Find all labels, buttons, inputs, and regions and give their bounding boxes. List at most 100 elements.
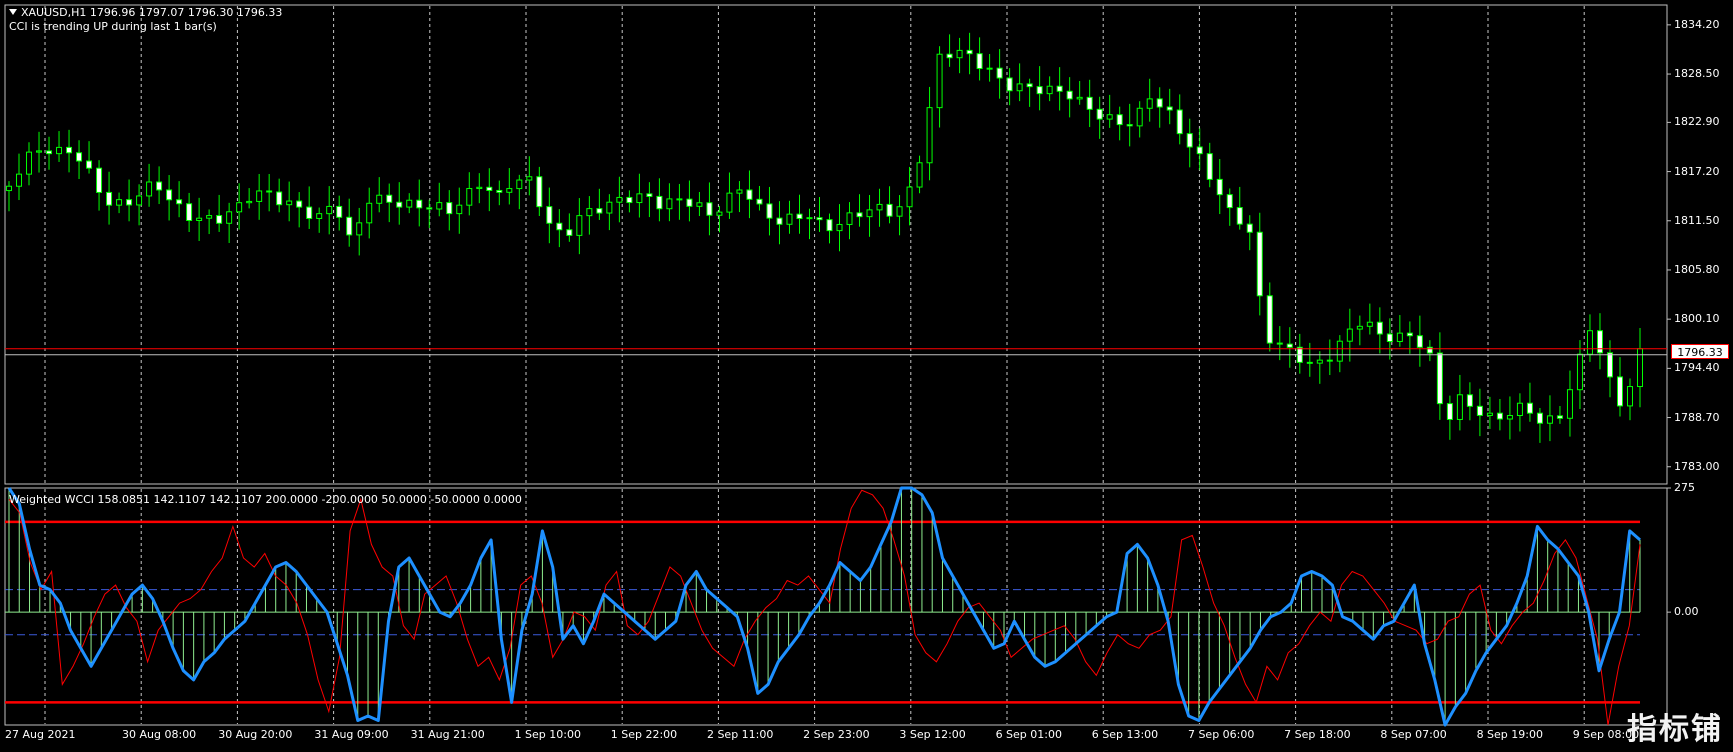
indicator-status: CCI is trending UP during last 1 bar(s) bbox=[9, 20, 217, 33]
candle-bull bbox=[1586, 330, 1593, 355]
candle-bull bbox=[1576, 353, 1583, 391]
candle-bear bbox=[856, 212, 863, 218]
candle-bear bbox=[1086, 96, 1093, 110]
candle-bear bbox=[556, 222, 563, 231]
candle-bear bbox=[646, 193, 653, 197]
candle-bull bbox=[56, 146, 63, 155]
candle-bull bbox=[696, 202, 703, 207]
candle-bear bbox=[1466, 394, 1473, 407]
candle-bear bbox=[1306, 361, 1313, 364]
candle-bear bbox=[1496, 412, 1503, 420]
candle-bear bbox=[946, 53, 953, 59]
candle-bear bbox=[166, 189, 173, 201]
candle-bear bbox=[686, 198, 693, 207]
price-tick-label: 1834.20 bbox=[1674, 17, 1720, 31]
collapse-triangle-icon[interactable] bbox=[9, 9, 17, 15]
candle-bear bbox=[766, 203, 773, 219]
candle-bull bbox=[916, 162, 923, 188]
time-axis-label: 31 Aug 21:00 bbox=[410, 728, 485, 741]
chart-canvas bbox=[4, 4, 1671, 727]
candle-bull bbox=[1546, 415, 1553, 424]
time-axis-label: 2 Sep 23:00 bbox=[803, 728, 870, 741]
candle-bear bbox=[1556, 415, 1563, 419]
candle-bull bbox=[736, 189, 743, 194]
candle-bull bbox=[936, 53, 943, 109]
candle-bull bbox=[6, 185, 12, 192]
candle-bull bbox=[1076, 96, 1083, 100]
candle-bear bbox=[46, 150, 53, 155]
candle-bear bbox=[1606, 352, 1613, 378]
candle-bull bbox=[616, 196, 623, 203]
time-axis-label: 3 Sep 12:00 bbox=[899, 728, 966, 741]
time-axis-label: 1 Sep 22:00 bbox=[610, 728, 678, 741]
candle-bear bbox=[1256, 231, 1263, 297]
candle-bear bbox=[756, 198, 763, 205]
candle-bull bbox=[1146, 98, 1153, 109]
candle-bull bbox=[256, 190, 263, 202]
candle-bull bbox=[636, 193, 643, 204]
candle-bear bbox=[1476, 405, 1483, 416]
time-axis-label: 8 Sep 07:00 bbox=[1380, 728, 1447, 741]
price-tick-label: 1828.50 bbox=[1674, 67, 1720, 81]
candle-bear bbox=[486, 186, 493, 191]
candle-bull bbox=[1486, 412, 1493, 416]
candle-bull bbox=[136, 195, 143, 206]
candle-bear bbox=[266, 190, 273, 193]
candle-bull bbox=[1046, 85, 1053, 95]
candle-bear bbox=[1406, 332, 1413, 337]
candle-bear bbox=[336, 205, 343, 218]
candle-bull bbox=[726, 192, 733, 213]
candle-bear bbox=[126, 199, 133, 206]
candle-bull bbox=[16, 173, 23, 187]
candle-bear bbox=[536, 176, 543, 208]
candle-bull bbox=[606, 201, 613, 214]
candle-bear bbox=[1276, 342, 1283, 345]
candle-bull bbox=[586, 208, 593, 217]
candle-bear bbox=[1056, 85, 1063, 92]
time-axis-label: 7 Sep 06:00 bbox=[1187, 728, 1255, 741]
candle-bear bbox=[496, 189, 503, 193]
candle-bull bbox=[376, 194, 383, 204]
candle-bear bbox=[1596, 330, 1603, 354]
candle-bear bbox=[566, 229, 573, 236]
candle-bull bbox=[896, 206, 903, 217]
candle-bull bbox=[1366, 321, 1373, 327]
candle-bull bbox=[1336, 340, 1343, 362]
candle-bear bbox=[1326, 359, 1333, 362]
candle-bear bbox=[386, 194, 393, 203]
candle-bear bbox=[1116, 114, 1123, 126]
candle-bull bbox=[476, 186, 483, 190]
candle-bear bbox=[706, 202, 713, 216]
indicator-info: Weighted WCCI 158.0851 142.1107 142.1107… bbox=[9, 493, 522, 506]
price-tick-label: 1817.20 bbox=[1674, 164, 1720, 178]
candle-bull bbox=[986, 67, 993, 70]
candle-bear bbox=[1026, 83, 1033, 88]
candle-bear bbox=[886, 203, 893, 217]
candle-bull bbox=[326, 205, 333, 215]
time-axis-label: 30 Aug 08:00 bbox=[122, 728, 197, 741]
price-tick-label: 1805.80 bbox=[1674, 262, 1720, 276]
time-axis-label: 8 Sep 19:00 bbox=[1476, 728, 1543, 741]
candle-bear bbox=[966, 49, 973, 55]
candle-bear bbox=[546, 206, 553, 224]
candle-bear bbox=[76, 152, 83, 162]
price-tick-label: 1822.90 bbox=[1674, 115, 1720, 129]
time-axis-label: 27 Aug 2021 bbox=[5, 728, 76, 741]
candle-bear bbox=[1426, 346, 1433, 354]
candle-bear bbox=[1166, 106, 1173, 111]
candle-bear bbox=[1266, 295, 1273, 344]
candle-bear bbox=[1386, 333, 1393, 343]
candle-bull bbox=[526, 176, 533, 181]
candle-bear bbox=[1236, 207, 1243, 225]
candle-bear bbox=[1216, 178, 1223, 196]
time-axis-label: 2 Sep 11:00 bbox=[706, 728, 774, 741]
candle-bull bbox=[1516, 402, 1523, 417]
candle-bull bbox=[456, 204, 463, 215]
candle-bear bbox=[66, 146, 73, 154]
candle-bear bbox=[156, 181, 163, 191]
price-tick-label: 1794.40 bbox=[1674, 361, 1720, 375]
indicator-axis bbox=[1667, 487, 1671, 613]
candle-bull bbox=[906, 186, 913, 208]
candle-bear bbox=[1036, 86, 1043, 95]
price-tick-label: 1788.70 bbox=[1674, 410, 1720, 424]
